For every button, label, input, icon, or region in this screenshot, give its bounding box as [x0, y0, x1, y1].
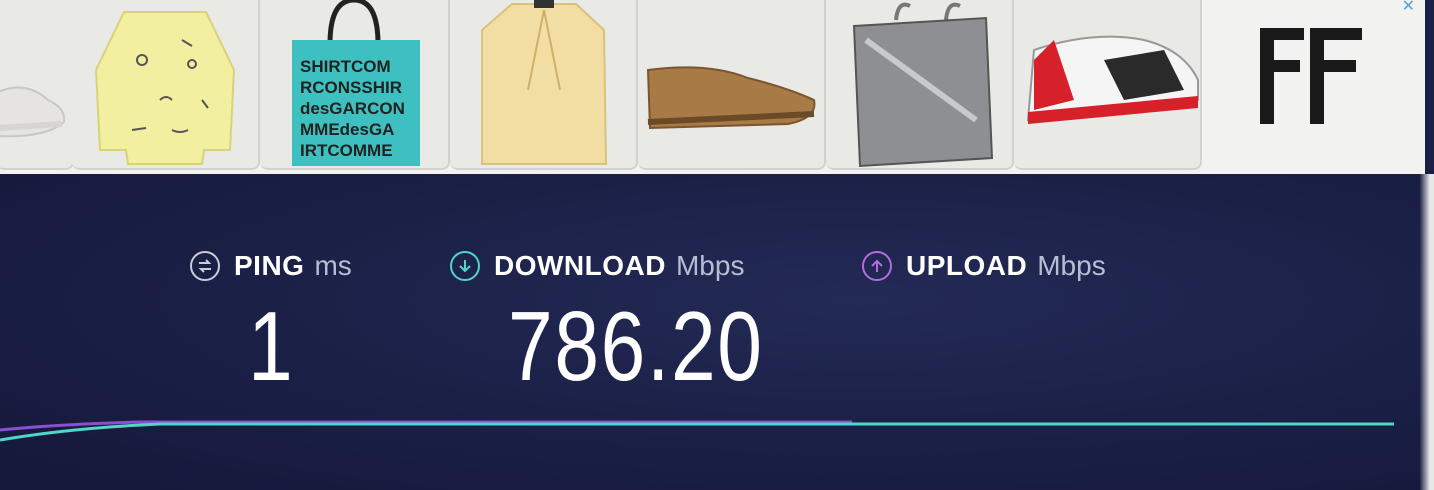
tote-print-line: desGARCON [300, 99, 405, 118]
ad-banner[interactable]: SHIRTCOM RCONSSHIR desGARCON MMEdesGA IR… [0, 0, 1425, 174]
ping-unit: ms [314, 250, 352, 281]
download-label: DOWNLOAD [494, 250, 666, 281]
tote-print-line: RCONSSHIR [300, 78, 403, 97]
close-icon[interactable]: ✕ [1402, 0, 1415, 16]
upload-label: UPLOAD [906, 250, 1028, 281]
tote-bag-print: SHIRTCOM RCONSSHIR desGARCON MMEdesGA IR… [300, 56, 420, 161]
download-value: 786.20 [508, 291, 764, 401]
download-header: DOWNLOAD Mbps [450, 250, 744, 282]
download-icon [450, 251, 480, 281]
tote-print-line: MMEdesGA [300, 120, 395, 139]
product-tile-tote-bag[interactable]: SHIRTCOM RCONSSHIR desGARCON MMEdesGA IR… [260, 0, 450, 170]
upload-header: UPLOAD Mbps [862, 250, 1106, 282]
ping-label: PING [234, 250, 305, 281]
speedtest-panel: PING ms DOWNLOAD Mbps UPLOAD Mbps 1 786.… [0, 174, 1434, 490]
tote-print-line: SHIRTCOM [300, 57, 391, 76]
upload-icon [862, 251, 892, 281]
product-tile-sneaker-red[interactable] [1014, 0, 1202, 170]
product-tile-sneaker-white[interactable] [0, 0, 74, 170]
upload-unit: Mbps [1037, 250, 1106, 281]
brand-logo[interactable] [1250, 14, 1370, 134]
product-tile-shirt[interactable] [72, 0, 260, 170]
speed-graph [0, 420, 1394, 442]
product-tile-blazer[interactable] [450, 0, 638, 170]
tote-print-line: IRTCOMME [300, 141, 393, 160]
product-tile-bag[interactable] [826, 0, 1014, 170]
ping-header: PING ms [190, 250, 352, 282]
download-unit: Mbps [675, 250, 745, 281]
ping-value: 1 [248, 291, 295, 401]
download-graph-line [0, 422, 1394, 442]
ping-icon [190, 251, 220, 281]
product-tile-shoe[interactable] [638, 0, 826, 170]
